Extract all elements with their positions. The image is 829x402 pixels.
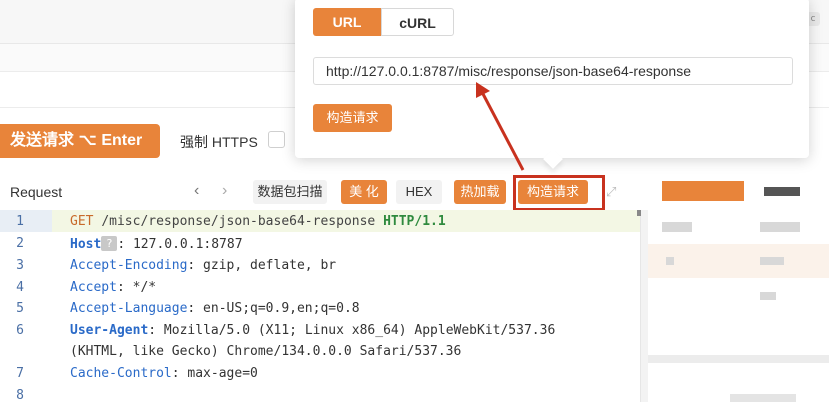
tab-url[interactable]: URL [313,8,381,36]
request-path: /misc/response/json-base64-response [101,214,376,229]
blurred-text [730,394,796,402]
panel-splitter[interactable] [640,210,648,402]
annotation-highlight-box [513,175,605,211]
hotload-button[interactable]: 热加载 [454,180,506,204]
response-panel [648,174,829,402]
header-name: Accept-Encoding [70,258,188,273]
line-number: 1 [16,214,24,229]
http-method: GET [70,214,94,229]
chevron-right-icon[interactable]: › [222,182,227,200]
help-icon[interactable]: ? [101,236,118,251]
beautify-button[interactable]: 美 化 [341,180,387,204]
expand-icon[interactable]: ⤢ [606,185,620,199]
packet-scan-button[interactable]: 数据包扫描 [253,180,327,204]
send-request-button[interactable]: 发送请求 ⌥ Enter [0,124,160,158]
header-value: : max-age=0 [171,366,258,381]
force-https-label: 强制 HTTPS [180,134,258,150]
blurred-text [666,257,674,265]
blurred-text [760,222,800,232]
code-line-user-agent: User-Agent: Mozilla/5.0 (X11; Linux x86_… [70,323,555,338]
line-number: 6 [16,323,24,338]
code-line-host: Host?: 127.0.0.1:8787 [70,236,243,252]
line-number: 8 [16,388,24,402]
code-line-cache-control: Cache-Control: max-age=0 [70,366,258,381]
code-line-accept-language: Accept-Language: en-US;q=0.9,en;q=0.8 [70,301,360,316]
header-name: Cache-Control [70,366,172,381]
code-line-accept-encoding: Accept-Encoding: gzip, deflate, br [70,258,336,273]
header-value: : */* [116,280,157,295]
chevron-left-icon[interactable]: ‹ [194,182,199,200]
code-line-request: GET /misc/response/json-base64-response … [70,214,446,229]
response-tab-label [764,187,800,196]
blurred-text [760,292,776,300]
force-https-checkbox[interactable] [268,131,285,148]
line-number: 4 [16,280,24,295]
blurred-text [760,257,784,265]
build-request-button[interactable]: 构造请求 [313,104,392,132]
request-title: Request [10,184,63,200]
line-number: 5 [16,301,24,316]
header-value: : en-US;q=0.9,en;q=0.8 [187,301,360,316]
code-line-user-agent-continuation: (KHTML, like Gecko) Chrome/134.0.0.0 Saf… [70,344,462,359]
header-value: : 127.0.0.1:8787 [117,237,243,252]
response-divider [648,355,829,363]
line-number: 3 [16,258,24,273]
header-name: Accept-Language [70,301,188,316]
header-value: : gzip, deflate, br [187,258,337,273]
header-name: User-Agent [70,323,149,338]
code-line-accept: Accept: */* [70,280,156,295]
line-number: 2 [16,236,24,251]
header-value: : Mozilla/5.0 (X11; Linux x86_64) AppleW… [148,323,556,338]
header-name: Host [70,237,102,252]
header-name: Accept [70,280,117,295]
response-tab-active[interactable] [662,181,744,201]
line-number: 7 [16,366,24,381]
http-version: HTTP/1.1 [383,214,446,229]
tab-curl[interactable]: cURL [381,8,454,36]
hex-button[interactable]: HEX [396,180,442,204]
scrollbar-thumb[interactable] [637,210,641,216]
blurred-text [662,222,692,232]
response-row-highlight [648,244,829,278]
url-input[interactable]: http://127.0.0.1:8787/misc/response/json… [313,57,793,85]
